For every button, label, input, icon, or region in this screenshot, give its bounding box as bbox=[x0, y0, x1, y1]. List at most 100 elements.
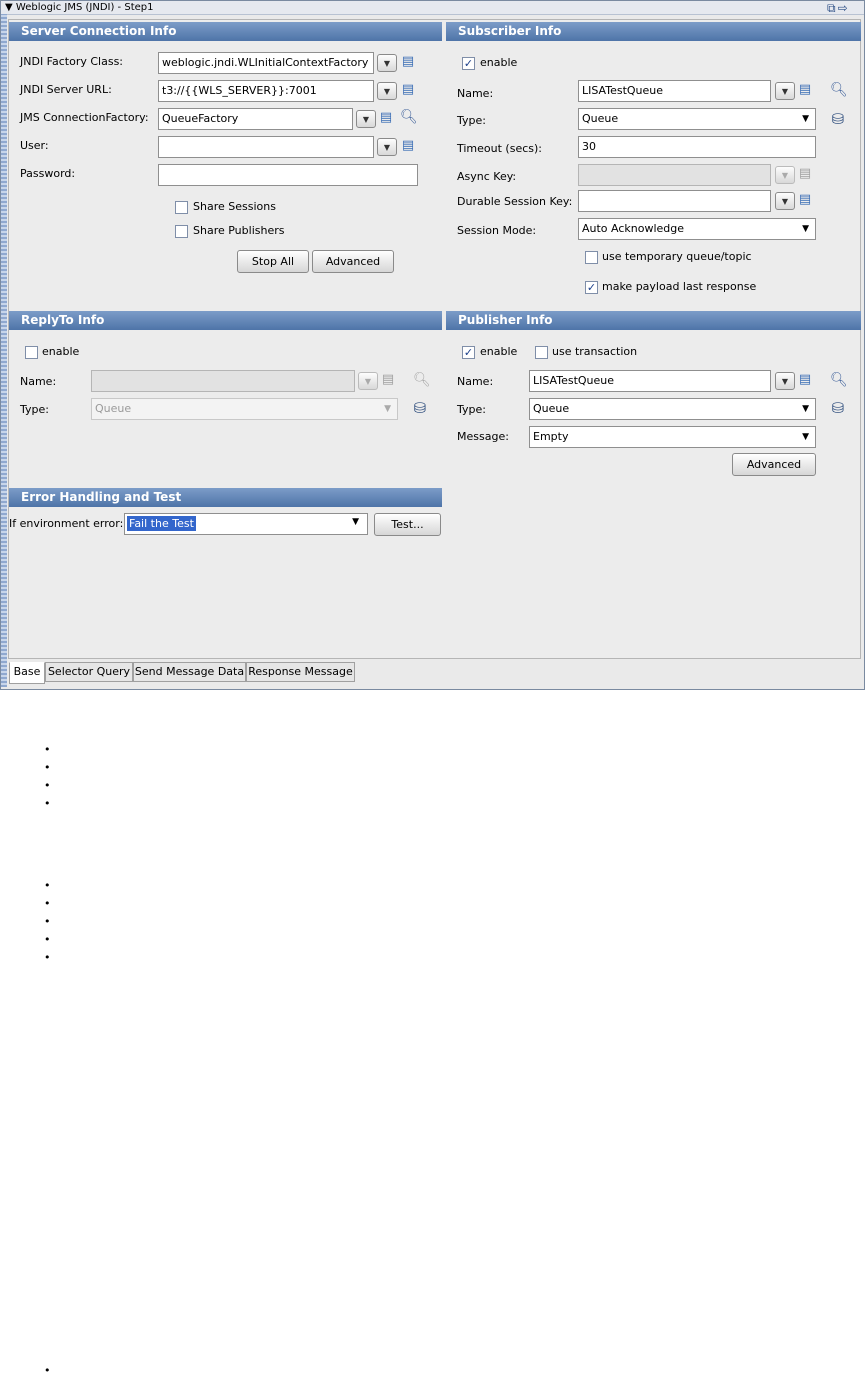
message-select[interactable]: Empty ▼ bbox=[529, 426, 816, 448]
forward-arrow-icon[interactable]: ⇨ bbox=[838, 1, 850, 15]
undock-icon[interactable]: ⧉ bbox=[827, 1, 838, 15]
chevron-down-icon: ▼ bbox=[802, 432, 809, 442]
tab-response-message[interactable]: Response Message bbox=[246, 662, 355, 682]
publisher-header: Publisher Info bbox=[446, 311, 861, 330]
property-sheet-icon[interactable]: ▤ bbox=[797, 372, 813, 388]
list-item-bullet: • bbox=[44, 743, 51, 756]
async-key-input[interactable] bbox=[578, 164, 771, 186]
replyto-name-input[interactable] bbox=[91, 370, 355, 392]
property-sheet-icon[interactable]: ▤ bbox=[797, 166, 813, 182]
jndi-factory-dropdown-button[interactable]: ▼ bbox=[377, 54, 397, 72]
list-item-bullet: • bbox=[44, 915, 51, 928]
jndi-url-input[interactable]: t3://{{WLS_SERVER}}:7001 bbox=[158, 80, 374, 102]
jndi-url-label: JNDI Server URL: bbox=[20, 83, 112, 96]
property-sheet-icon[interactable]: ▤ bbox=[797, 192, 813, 208]
replyto-type-select[interactable]: Queue ▼ bbox=[91, 398, 398, 420]
window-title-text: Weblogic JMS (JNDI) - Step1 bbox=[15, 2, 154, 13]
subscriber-name-dropdown-button[interactable]: ▼ bbox=[775, 82, 795, 100]
magnifier-icon[interactable]: 🔍︎ bbox=[830, 82, 848, 98]
replyto-header: ReplyTo Info bbox=[9, 311, 442, 330]
user-input[interactable] bbox=[158, 136, 374, 158]
session-mode-select[interactable]: Auto Acknowledge ▼ bbox=[578, 218, 816, 240]
list-item-bullet: • bbox=[44, 897, 51, 910]
message-value: Empty bbox=[533, 430, 569, 443]
tab-selector-query[interactable]: Selector Query bbox=[45, 662, 133, 682]
subscriber-enable-label: enable bbox=[480, 56, 518, 69]
jms-browse-icon[interactable]: ⛁ bbox=[410, 398, 430, 418]
jms-browse-icon[interactable]: ⛁ bbox=[828, 109, 848, 129]
share-sessions-checkbox[interactable] bbox=[175, 201, 188, 214]
stop-all-button[interactable]: Stop All bbox=[237, 250, 309, 273]
publisher-name-input[interactable]: LISATestQueue bbox=[529, 370, 771, 392]
property-sheet-icon[interactable]: ▤ bbox=[400, 54, 416, 70]
make-payload-checkbox[interactable]: ✓ bbox=[585, 281, 598, 294]
timeout-input[interactable]: 30 bbox=[578, 136, 816, 158]
share-publishers-checkbox[interactable] bbox=[175, 225, 188, 238]
tab-base[interactable]: Base bbox=[9, 662, 45, 684]
use-transaction-checkbox[interactable] bbox=[535, 346, 548, 359]
jndi-url-dropdown-button[interactable]: ▼ bbox=[377, 82, 397, 100]
publisher-type-label: Type: bbox=[457, 403, 486, 416]
magnifier-icon[interactable]: 🔍︎ bbox=[830, 372, 848, 388]
publisher-name-dropdown-button[interactable]: ▼ bbox=[775, 372, 795, 390]
message-label: Message: bbox=[457, 430, 509, 443]
replyto-name-dropdown-button[interactable]: ▼ bbox=[358, 372, 378, 390]
replyto-type-label: Type: bbox=[20, 403, 49, 416]
share-sessions-label: Share Sessions bbox=[193, 200, 276, 213]
server-advanced-button[interactable]: Advanced bbox=[312, 250, 394, 273]
session-mode-value: Auto Acknowledge bbox=[582, 222, 685, 235]
magnifier-icon[interactable]: 🔍︎ bbox=[400, 109, 418, 125]
chevron-down-icon: ▼ bbox=[352, 517, 359, 527]
collapse-triangle-icon[interactable]: ▼ bbox=[5, 2, 13, 13]
env-error-select[interactable]: Fail the Test ▼ bbox=[124, 513, 368, 535]
password-input[interactable] bbox=[158, 164, 418, 186]
server-connection-header: Server Connection Info bbox=[9, 22, 442, 41]
temp-queue-label: use temporary queue/topic bbox=[602, 250, 752, 263]
replyto-enable-label: enable bbox=[42, 345, 80, 358]
durable-key-input[interactable] bbox=[578, 190, 771, 212]
session-mode-label: Session Mode: bbox=[457, 224, 537, 237]
list-item-bullet: • bbox=[44, 1364, 51, 1377]
jms-browse-icon[interactable]: ⛁ bbox=[828, 398, 848, 418]
publisher-name-label: Name: bbox=[457, 375, 494, 388]
env-error-value: Fail the Test bbox=[127, 516, 196, 531]
subscriber-name-label: Name: bbox=[457, 87, 494, 100]
error-handling-header: Error Handling and Test bbox=[9, 488, 442, 507]
tab-send-message-data[interactable]: Send Message Data bbox=[133, 662, 246, 682]
property-sheet-icon[interactable]: ▤ bbox=[380, 372, 396, 388]
connection-factory-input[interactable]: QueueFactory bbox=[158, 108, 353, 130]
publisher-advanced-button[interactable]: Advanced bbox=[732, 453, 816, 476]
async-key-dropdown-button[interactable]: ▼ bbox=[775, 166, 795, 184]
list-item-bullet: • bbox=[44, 797, 51, 810]
chevron-down-icon: ▼ bbox=[802, 404, 809, 414]
list-item-bullet: • bbox=[44, 879, 51, 892]
property-sheet-icon[interactable]: ▤ bbox=[400, 82, 416, 98]
magnifier-icon[interactable]: 🔍︎ bbox=[413, 372, 431, 388]
window-title: ▼ Weblogic JMS (JNDI) - Step1 bbox=[5, 1, 153, 15]
publisher-enable-label: enable bbox=[480, 345, 518, 358]
property-sheet-icon[interactable]: ▤ bbox=[797, 82, 813, 98]
connection-factory-dropdown-button[interactable]: ▼ bbox=[356, 110, 376, 128]
publisher-enable-checkbox[interactable]: ✓ bbox=[462, 346, 475, 359]
subscriber-type-select[interactable]: Queue ▼ bbox=[578, 108, 816, 130]
property-sheet-icon[interactable]: ▤ bbox=[378, 110, 394, 126]
replyto-type-value: Queue bbox=[95, 402, 132, 415]
subscriber-header: Subscriber Info bbox=[446, 22, 861, 41]
share-publishers-label: Share Publishers bbox=[193, 224, 285, 237]
make-payload-label: make payload last response bbox=[602, 280, 757, 293]
chevron-down-icon: ▼ bbox=[802, 114, 809, 124]
chevron-down-icon: ▼ bbox=[384, 404, 391, 414]
temp-queue-checkbox[interactable] bbox=[585, 251, 598, 264]
replyto-enable-checkbox[interactable] bbox=[25, 346, 38, 359]
publisher-type-select[interactable]: Queue ▼ bbox=[529, 398, 816, 420]
subscriber-enable-checkbox[interactable]: ✓ bbox=[462, 57, 475, 70]
user-dropdown-button[interactable]: ▼ bbox=[377, 138, 397, 156]
property-sheet-icon[interactable]: ▤ bbox=[400, 138, 416, 154]
subscriber-name-input[interactable]: LISATestQueue bbox=[578, 80, 771, 102]
env-error-value-wrap: Fail the Test bbox=[127, 516, 196, 532]
list-item-bullet: • bbox=[44, 761, 51, 774]
durable-key-label: Durable Session Key: bbox=[457, 195, 573, 208]
jndi-factory-input[interactable]: weblogic.jndi.WLInitialContextFactory bbox=[158, 52, 374, 74]
durable-key-dropdown-button[interactable]: ▼ bbox=[775, 192, 795, 210]
test-button[interactable]: Test... bbox=[374, 513, 441, 536]
